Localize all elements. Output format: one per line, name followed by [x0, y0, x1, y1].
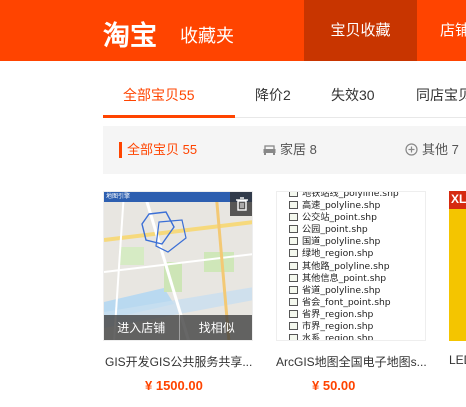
file-list-row: 国道_polyline.shp — [289, 236, 425, 248]
file-list-row: 其他路_polyline.shp — [289, 260, 425, 273]
active-filter-marker — [119, 142, 122, 158]
shapefile-icon — [289, 285, 298, 294]
plus-circle-icon — [405, 143, 418, 156]
product-title[interactable]: GIS开发GIS公共服务共享... — [105, 353, 255, 370]
filter-all-items[interactable]: 全部宝贝 55 — [127, 126, 197, 174]
file-name: 高速_polyline.shp — [302, 200, 381, 212]
sofa-icon — [263, 145, 276, 155]
file-name: 公交站_point.shp — [302, 212, 377, 224]
file-name: 国道_polyline.shp — [302, 236, 381, 248]
file-list-row: 公交站_point.shp — [289, 212, 425, 224]
file-list-row: 地铁站线_polyline.shp — [289, 191, 425, 200]
tab-all-items[interactable]: 全部宝贝55 — [123, 80, 195, 118]
shapefile-icon — [289, 322, 298, 331]
file-name: 水系_region.shp — [302, 333, 374, 341]
enter-shop-button[interactable]: 进入店铺 — [104, 315, 179, 340]
shapefile-icon — [289, 273, 298, 282]
file-name: 省界_region.shp — [302, 308, 374, 320]
delete-button[interactable] — [230, 192, 252, 216]
nav-tab-item-favorites[interactable]: 宝贝收藏 — [304, 0, 417, 61]
category-filter-bar: 全部宝贝 55 家居 8 其他 7 — [103, 126, 466, 174]
shapefile-icon — [289, 192, 298, 197]
tab-price-drop[interactable]: 降价2 — [255, 80, 291, 118]
shapefile-icon — [289, 249, 298, 258]
product-image-file-list: 地铁站线_polyline.shp 高速_polyline.shp 公交站_poin… — [277, 191, 425, 341]
file-name: 绿地_region.shp — [302, 248, 374, 260]
shapefile-icon — [289, 201, 298, 210]
product-price: ¥ 1500.00 — [145, 378, 203, 393]
filter-home[interactable]: 家居 8 — [263, 126, 317, 174]
find-similar-button[interactable]: 找相似 — [178, 315, 252, 340]
file-name: 省会_font_point.shp — [302, 296, 391, 308]
shapefile-icon — [289, 297, 298, 306]
shapefile-icon — [289, 334, 298, 340]
card-actions: 进入店铺 找相似 — [104, 315, 252, 340]
file-name: 其他信息_point.shp — [302, 272, 387, 284]
file-name: 市界_region.shp — [302, 321, 374, 333]
file-list-row: 水系_region.shp — [289, 333, 425, 341]
tab-same-shop[interactable]: 同店宝贝 — [416, 80, 466, 118]
file-list-row: 省道_polyline.shp — [289, 284, 425, 297]
favorites-tab-bar: 全部宝贝55 降价2 失效30 同店宝贝 — [103, 80, 466, 118]
map-caption: 地图引擎 — [106, 194, 131, 200]
favorites-title: 收藏夹 — [180, 26, 234, 46]
shapefile-icon — [289, 261, 298, 270]
product-card-gis[interactable]: 地图引擎 进入店铺 找相似 — [103, 191, 253, 341]
file-list-row: 公园_point.shp — [289, 224, 425, 236]
file-name: 省道_polyline.shp — [302, 284, 381, 296]
product-title[interactable]: LED — [449, 353, 466, 367]
product-card-arcgis[interactable]: 地铁站线_polyline.shp 高速_polyline.shp 公交站_poin… — [276, 191, 426, 341]
file-name: 地铁站线_polyline.shp — [302, 191, 399, 199]
active-tab-indicator — [103, 115, 235, 118]
product-card-partial[interactable]: XL — [449, 191, 466, 341]
taobao-logo[interactable]: 淘宝 — [103, 14, 157, 53]
top-header: 淘宝 收藏夹 宝贝收藏 店铺 — [0, 0, 466, 61]
product-badge: XL — [449, 191, 466, 209]
shapefile-icon — [289, 237, 298, 246]
product-title[interactable]: ArcGIS地图全国电子地图s... — [276, 353, 439, 370]
shapefile-icon — [289, 213, 298, 222]
file-list-row: 省界_region.shp — [289, 308, 425, 321]
filter-other[interactable]: 其他 7 — [405, 126, 459, 174]
trash-icon — [236, 197, 248, 211]
filter-home-label: 家居 8 — [280, 142, 317, 157]
nav-tab-shop-favorites[interactable]: 店铺 — [440, 0, 466, 61]
product-price: ¥ 50.00 — [312, 378, 356, 393]
filter-other-label: 其他 7 — [422, 142, 459, 157]
tab-expired[interactable]: 失效30 — [331, 80, 375, 118]
file-list-row: 省会_font_point.shp — [289, 296, 425, 309]
file-list-row: 绿地_region.shp — [289, 248, 425, 260]
file-list-row: 市界_region.shp — [289, 321, 425, 333]
file-name: 公园_point.shp — [302, 224, 368, 236]
shapefile-icon — [289, 309, 298, 318]
file-list-row: 其他信息_point.shp — [289, 272, 425, 285]
file-name: 其他路_polyline.shp — [302, 260, 390, 272]
shapefile-icon — [289, 225, 298, 234]
file-list-row: 高速_polyline.shp — [289, 200, 425, 212]
